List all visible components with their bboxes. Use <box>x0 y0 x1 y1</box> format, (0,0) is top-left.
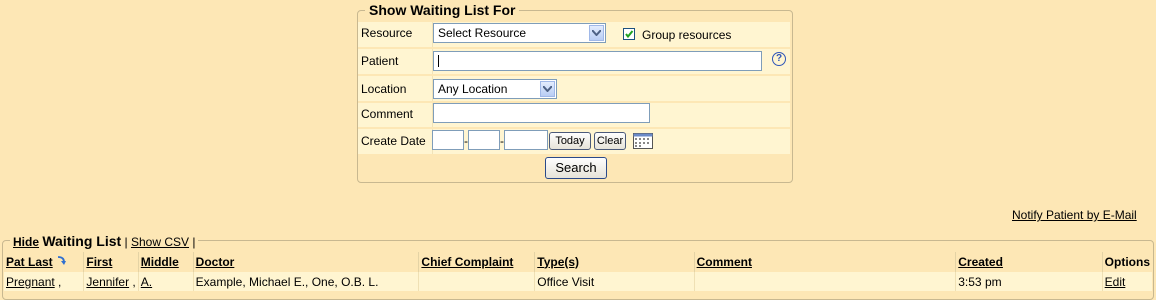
patient-label: Patient <box>361 54 399 68</box>
column-header-pat-last[interactable]: Pat Last <box>4 252 84 272</box>
create-date-day-input[interactable] <box>468 130 500 150</box>
column-header-options: Options <box>1101 252 1152 272</box>
types-cell: Office Visit <box>534 271 695 291</box>
create-date-year-input[interactable] <box>504 130 548 150</box>
patient-middle-link[interactable]: A. <box>141 275 152 289</box>
text-cursor <box>438 55 439 67</box>
create-date-label: Create Date <box>361 134 426 148</box>
column-header-comment[interactable]: Comment <box>693 252 956 272</box>
check-icon <box>625 30 634 39</box>
table-header-row: Pat Last First Middle Doctor Chief Compl… <box>4 252 1152 272</box>
calendar-icon[interactable] <box>633 133 653 152</box>
table-row: Pregnant , Jennifer , A. Example, Michae… <box>4 271 1152 291</box>
location-label: Location <box>361 82 407 96</box>
chief-complaint-cell <box>418 271 535 291</box>
column-header-chief-complaint[interactable]: Chief Complaint <box>418 252 535 272</box>
hide-link[interactable]: Hide <box>13 235 39 249</box>
comment-label: Comment <box>361 107 414 121</box>
location-row: Location Any Location <box>358 76 790 101</box>
group-resources-checkbox[interactable] <box>623 28 635 40</box>
sort-arrow-icon <box>57 255 67 265</box>
comment-input[interactable] <box>433 103 650 123</box>
patient-input[interactable] <box>433 51 762 71</box>
waiting-list-table: Pat Last First Middle Doctor Chief Compl… <box>4 252 1152 291</box>
location-select[interactable]: Any Location <box>433 79 557 99</box>
column-header-doctor[interactable]: Doctor <box>192 252 419 272</box>
group-resources-label: Group resources <box>642 28 732 42</box>
today-button[interactable]: Today <box>549 132 591 150</box>
waiting-list-title: Waiting List <box>42 233 122 249</box>
edit-link[interactable]: Edit <box>1105 275 1126 289</box>
resource-select[interactable]: Select Resource <box>433 23 606 43</box>
waiting-list-legend: Hide Waiting List | Show CSV | <box>10 233 199 249</box>
create-date-row: Create Date - - Today Clear <box>358 129 790 154</box>
column-header-first[interactable]: First <box>83 252 139 272</box>
comment-cell <box>693 271 956 291</box>
column-header-middle[interactable]: Middle <box>137 252 194 272</box>
clear-button[interactable]: Clear <box>594 132 626 150</box>
patient-first-link[interactable]: Jennifer <box>86 275 129 289</box>
separator: | <box>124 235 128 249</box>
resource-row: Resource Select Resource Group resources <box>358 22 790 47</box>
created-cell: 3:53 pm <box>955 271 1103 291</box>
doctor-cell: Example, Michael E., One, O.B. L. <box>192 271 419 291</box>
notify-patient-link[interactable]: Notify Patient by E-Mail <box>1012 208 1137 222</box>
search-button[interactable]: Search <box>545 157 607 179</box>
resource-label: Resource <box>361 26 413 40</box>
help-icon[interactable]: ? <box>772 52 786 66</box>
patient-last-link[interactable]: Pregnant <box>6 275 55 289</box>
chevron-down-icon <box>540 81 555 97</box>
comment-row: Comment <box>358 103 790 127</box>
create-date-month-input[interactable] <box>432 130 464 150</box>
column-header-created[interactable]: Created <box>955 252 1103 272</box>
patient-row: Patient ? <box>358 49 790 74</box>
column-header-types[interactable]: Type(s) <box>534 252 695 272</box>
chevron-down-icon <box>589 25 604 41</box>
show-csv-link[interactable]: Show CSV <box>131 235 189 249</box>
search-legend: Show Waiting List For <box>365 2 520 18</box>
separator: | <box>192 235 196 249</box>
